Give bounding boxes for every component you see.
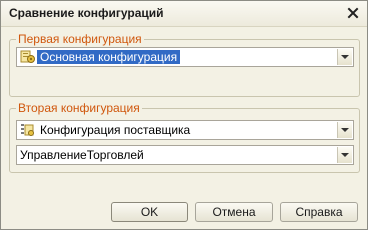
first-configuration-legend: Первая конфигурация	[16, 32, 144, 46]
second-configuration-group: Вторая конфигурация Конфигурация поставщ…	[9, 101, 360, 173]
first-configuration-select[interactable]: Основная конфигурация	[16, 47, 354, 67]
second-configuration-name-select[interactable]: УправлениеТорговлей	[16, 145, 354, 165]
second-configuration-value: Конфигурация поставщика	[40, 123, 191, 137]
chevron-down-icon[interactable]	[337, 49, 352, 65]
configuration-icon	[20, 50, 36, 64]
close-icon[interactable]	[345, 5, 361, 21]
chevron-down-icon[interactable]	[337, 147, 352, 163]
first-configuration-group: Первая конфигурация Основная конфигураци…	[9, 32, 360, 97]
ok-button[interactable]: OK	[111, 202, 188, 222]
second-configuration-name-value: УправлениеТорговлей	[20, 148, 144, 162]
window-title: Сравнение конфигураций	[9, 6, 164, 20]
cancel-button[interactable]: Отмена	[195, 202, 273, 222]
second-configuration-select[interactable]: Конфигурация поставщика	[16, 120, 354, 140]
title-bar: Сравнение конфигураций	[1, 1, 367, 27]
second-configuration-legend: Вторая конфигурация	[16, 101, 142, 115]
vendor-configuration-icon	[20, 123, 36, 137]
help-button[interactable]: Справка	[280, 202, 358, 222]
chevron-down-icon[interactable]	[337, 122, 352, 138]
first-configuration-value: Основная конфигурация	[37, 50, 181, 64]
compare-configurations-dialog: Сравнение конфигураций Первая конфигурац…	[0, 0, 368, 230]
